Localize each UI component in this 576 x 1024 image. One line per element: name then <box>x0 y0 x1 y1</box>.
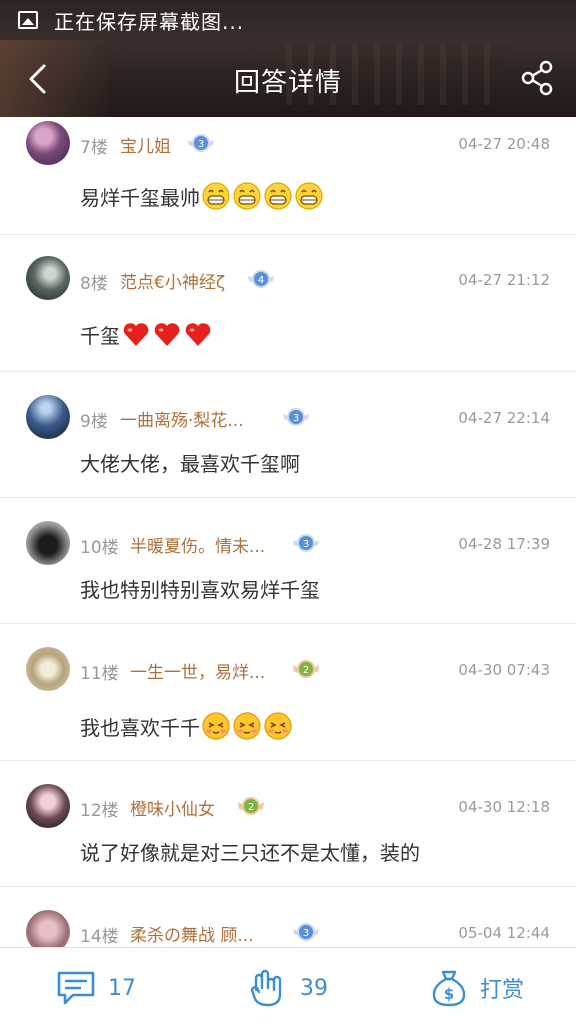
shy-emoji-icon <box>264 712 292 740</box>
heart-emoji-icon <box>154 323 180 346</box>
level-badge-icon: 3 <box>283 408 309 426</box>
reply-item: 10楼 半暖夏伤。情未... 3 04-28 17:39 我也特别特别喜欢易烊千… <box>0 498 576 624</box>
username[interactable]: 柔杀の舞战 顾... <box>130 921 254 946</box>
svg-text:3: 3 <box>198 139 204 150</box>
avatar[interactable] <box>26 647 70 691</box>
heart-emoji-icon <box>185 323 211 346</box>
reply-item: 9楼 一曲离殇·梨花... 3 04-27 22:14 大佬大佬，最喜欢千玺啊 <box>0 372 576 498</box>
avatar[interactable] <box>26 256 70 300</box>
reply-item: 7楼 宝儿姐 3 04-27 20:48 易烊千玺最帅 <box>0 117 576 235</box>
timestamp: 04-27 22:14 <box>458 409 550 427</box>
grin-emoji-icon <box>202 182 230 210</box>
reply-content: 我也喜欢千千 <box>80 711 293 741</box>
reply-content: 我也特别特别喜欢易烊千玺 <box>80 574 320 603</box>
svg-text:2: 2 <box>303 665 309 676</box>
comment-icon <box>57 971 95 1005</box>
hand-gesture-icon <box>250 969 282 1007</box>
floor-number: 10楼 <box>80 538 119 558</box>
reply-content: 说了好像就是对三只还不是太懂，装的 <box>80 837 420 866</box>
floor-number: 9楼 <box>80 412 108 432</box>
grin-emoji-icon <box>295 182 323 210</box>
username[interactable]: 橙味小仙女 <box>130 795 215 820</box>
reply-content: 大佬大佬，最喜欢千玺啊 <box>80 448 300 477</box>
timestamp: 05-04 12:44 <box>458 924 550 942</box>
level-badge-icon: 2 <box>293 660 319 678</box>
username[interactable]: 范点€小神经ζ <box>120 268 225 293</box>
reply-text: 大佬大佬，最喜欢千玺啊 <box>80 452 300 476</box>
floor-number: 11楼 <box>80 664 119 684</box>
floor-number: 12楼 <box>80 801 119 821</box>
reward-label: 打赏 <box>480 978 525 1003</box>
floor-number: 7楼 <box>80 138 108 158</box>
timestamp: 04-30 12:18 <box>458 798 550 816</box>
level-badge-icon: 2 <box>238 797 264 815</box>
status-text: 正在保存屏幕截图... <box>54 9 245 34</box>
reply-content: 千玺 <box>80 319 213 349</box>
avatar[interactable] <box>26 121 70 165</box>
level-badge-icon: 3 <box>188 134 214 152</box>
avatar[interactable] <box>26 910 70 947</box>
grin-emoji-icon <box>264 182 292 210</box>
header: 正在保存屏幕截图... 回答详情 <box>0 0 576 117</box>
shy-emoji-icon <box>202 712 230 740</box>
reward-button[interactable]: $ 打赏 <box>430 968 524 1008</box>
reply-content: 易烊千玺最帅 <box>80 181 324 211</box>
floor-number: 8楼 <box>80 274 108 294</box>
likes-count: 39 <box>300 975 328 1001</box>
svg-text:3: 3 <box>303 539 309 550</box>
reply-list[interactable]: 7楼 宝儿姐 3 04-27 20:48 易烊千玺最帅 8楼 范点€小神经ζ 4… <box>0 117 576 947</box>
username[interactable]: 一曲离殇·梨花... <box>120 406 244 431</box>
svg-text:2: 2 <box>248 802 254 813</box>
status-bar: 正在保存屏幕截图... <box>0 0 576 40</box>
page-title: 回答详情 <box>233 68 342 98</box>
like-button[interactable]: 39 <box>248 968 328 1008</box>
money-bag-icon: $ <box>432 970 466 1007</box>
floor-number: 14楼 <box>80 927 119 947</box>
level-badge-icon: 3 <box>293 534 319 552</box>
svg-text:4: 4 <box>258 275 264 286</box>
reply-item: 12楼 橙味小仙女 2 04-30 12:18 说了好像就是对三只还不是太懂，装… <box>0 761 576 887</box>
heart-emoji-icon <box>123 323 149 346</box>
navigation-bar: 回答详情 <box>0 40 576 117</box>
level-badge-icon: 4 <box>248 270 274 288</box>
avatar[interactable] <box>26 521 70 565</box>
svg-text:3: 3 <box>303 928 309 939</box>
reply-text: 说了好像就是对三只还不是太懂，装的 <box>80 841 420 865</box>
reply-text: 我也特别特别喜欢易烊千玺 <box>80 578 320 602</box>
reply-text: 易烊千玺最帅 <box>80 185 200 210</box>
reply-item: 11楼 一生一世，易烊... 2 04-30 07:43 我也喜欢千千 <box>0 624 576 761</box>
share-button[interactable] <box>520 60 554 96</box>
grin-emoji-icon <box>233 182 261 210</box>
share-icon <box>521 60 553 96</box>
comments-count: 17 <box>108 975 136 1001</box>
shy-emoji-icon <box>233 712 261 740</box>
bottom-action-bar: 17 39 $ 打赏 <box>0 947 576 1024</box>
comments-button[interactable]: 17 <box>56 968 136 1008</box>
timestamp: 04-27 21:12 <box>458 271 550 289</box>
username[interactable]: 宝儿姐 <box>120 132 171 157</box>
timestamp: 04-30 07:43 <box>458 661 550 679</box>
level-badge-icon: 3 <box>293 923 319 941</box>
svg-text:3: 3 <box>293 413 299 424</box>
username[interactable]: 半暖夏伤。情未... <box>130 532 265 557</box>
avatar[interactable] <box>26 395 70 439</box>
timestamp: 04-27 20:48 <box>458 135 550 153</box>
image-icon <box>18 11 38 29</box>
reply-text: 千玺 <box>80 323 120 348</box>
reply-text: 我也喜欢千千 <box>80 715 200 740</box>
timestamp: 04-28 17:39 <box>458 535 550 553</box>
avatar[interactable] <box>26 784 70 828</box>
svg-text:$: $ <box>444 985 454 1003</box>
username[interactable]: 一生一世，易烊... <box>130 658 265 683</box>
reply-item: 8楼 范点€小神经ζ 4 04-27 21:12 千玺 <box>0 235 576 372</box>
reply-item: 14楼 柔杀の舞战 顾... 3 05-04 12:44 <box>0 887 576 947</box>
